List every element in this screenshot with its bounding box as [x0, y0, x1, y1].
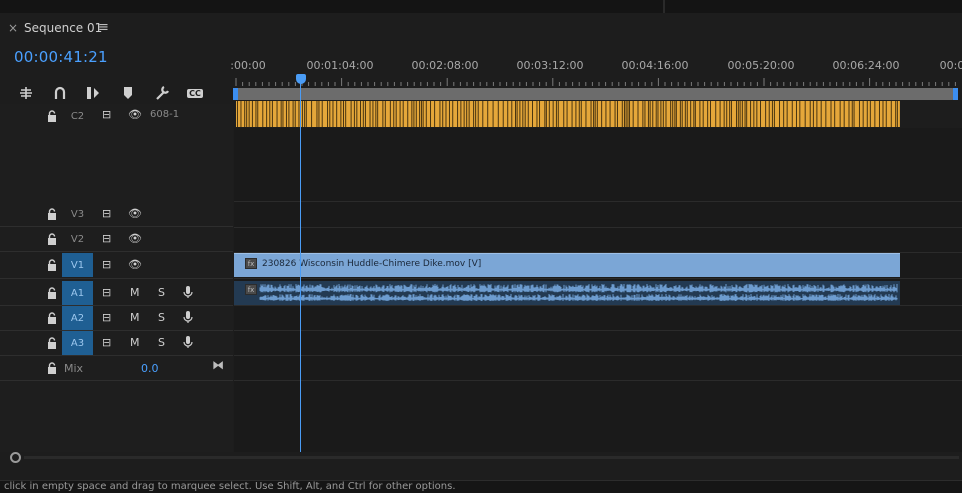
ruler-label: 00:02:08:00	[411, 59, 479, 72]
insert-mark-icon[interactable]	[82, 85, 104, 101]
toggle-sync-icon[interactable]: ⊟	[102, 336, 111, 349]
ruler-label: 00:05:20:00	[727, 59, 795, 72]
lock-icon[interactable]	[47, 337, 57, 349]
playhead-timecode[interactable]: 00:00:41:21	[14, 48, 108, 66]
ruler-label: 00:0	[939, 59, 962, 72]
eye-icon[interactable]: 👁	[128, 258, 142, 271]
settings-wrench-icon[interactable]	[151, 85, 173, 101]
solo-button[interactable]: S	[158, 336, 165, 349]
panel-header	[0, 13, 962, 45]
track-header-v3: V3 ⊟ 👁	[0, 202, 233, 227]
track-name-c2[interactable]: C2	[62, 104, 93, 128]
lock-icon[interactable]	[47, 312, 57, 324]
zoom-scrollbar[interactable]	[236, 88, 954, 100]
sequence-tab[interactable]: Sequence 01	[24, 21, 102, 35]
track-header-a2: A2 ⊟ M S	[0, 306, 233, 331]
track-header-v2: V2 ⊟ 👁	[0, 227, 233, 252]
mix-label: Mix	[64, 362, 84, 375]
captions-label: CC	[187, 88, 203, 98]
caption-track-label: 608-1	[150, 109, 180, 120]
microphone-icon[interactable]	[183, 335, 193, 349]
zoom-handle-left[interactable]	[233, 88, 238, 100]
toggle-sync-icon[interactable]: ⊟	[102, 258, 111, 271]
track-name-v3[interactable]: V3	[62, 202, 93, 226]
toggle-sync-icon[interactable]: ⊟	[102, 108, 111, 121]
track-name-a2[interactable]: A2	[62, 306, 93, 330]
video-clip[interactable]: fx 230826 Wisconsin Huddle-Chimere Dike.…	[234, 253, 900, 277]
track-header-v1: V1 ⊟ 👁	[0, 252, 233, 279]
eye-icon[interactable]: 👁	[128, 232, 142, 245]
solo-button[interactable]: S	[158, 286, 165, 299]
lock-icon[interactable]	[47, 362, 57, 374]
lock-icon[interactable]	[47, 233, 57, 245]
ruler-label: 00:01:04:00	[306, 59, 374, 72]
mute-button[interactable]: M	[130, 286, 140, 299]
track-name-v2[interactable]: V2	[62, 227, 93, 251]
track-header-mix	[0, 356, 233, 381]
fx-badge: fx	[245, 258, 257, 269]
toggle-sync-icon[interactable]: ⊟	[102, 311, 111, 324]
toggle-sync-icon[interactable]: ⊟	[102, 232, 111, 245]
captions-icon[interactable]: CC	[185, 85, 205, 101]
close-tab-button[interactable]: ×	[8, 21, 18, 35]
toggle-sync-icon[interactable]: ⊟	[102, 286, 111, 299]
video-clip-label: 230826 Wisconsin Huddle-Chimere Dike.mov…	[262, 259, 482, 269]
playhead-line[interactable]	[300, 78, 301, 452]
mute-button[interactable]: M	[130, 311, 140, 324]
fx-badge: fx	[245, 284, 257, 295]
lock-icon[interactable]	[47, 259, 57, 271]
track-header-c2: C2 ⊟ 👁 608-1	[0, 104, 233, 128]
linked-selection-icon[interactable]	[49, 85, 71, 101]
top-panel-strip	[0, 0, 962, 13]
zoom-handle-right[interactable]	[953, 88, 958, 100]
lock-icon[interactable]	[47, 208, 57, 220]
audio-waveform	[259, 284, 898, 301]
track-name-a3[interactable]: A3	[62, 331, 93, 355]
ruler-label: 00:03:12:00	[516, 59, 584, 72]
eye-icon[interactable]: 👁	[128, 207, 142, 220]
eye-icon[interactable]: 👁	[128, 108, 142, 121]
track-name-a1[interactable]: A1	[62, 281, 93, 305]
track-header-a3: A3 ⊟ M S	[0, 331, 233, 356]
microphone-icon[interactable]	[183, 310, 193, 324]
mute-button[interactable]: M	[130, 336, 140, 349]
status-text: click in empty space and drag to marquee…	[4, 481, 456, 492]
horizontal-scrollbar[interactable]	[24, 456, 959, 459]
audio-clip[interactable]: fx	[234, 281, 900, 305]
solo-button[interactable]: S	[158, 311, 165, 324]
lock-icon[interactable]	[47, 110, 57, 122]
ruler-label: 00:06:24:00	[832, 59, 900, 72]
playhead-handle[interactable]	[296, 74, 306, 84]
panel-menu-icon[interactable]: ≡	[98, 20, 109, 35]
ruler-label: :00:00	[230, 59, 266, 72]
track-header-a1: A1 ⊟ M S	[0, 280, 233, 306]
ruler-ticks	[235, 78, 956, 86]
ruler-label: 00:04:16:00	[621, 59, 689, 72]
mix-collapse-icon[interactable]: ⧓	[212, 358, 224, 372]
snap-icon[interactable]	[15, 85, 37, 101]
add-marker-icon[interactable]	[117, 85, 139, 101]
track-name-v1[interactable]: V1	[62, 253, 93, 277]
toggle-sync-icon[interactable]: ⊟	[102, 207, 111, 220]
mix-volume-value[interactable]: 0.0	[141, 362, 159, 375]
lock-icon[interactable]	[47, 287, 57, 299]
zoom-slider-knob[interactable]	[10, 452, 21, 463]
microphone-icon[interactable]	[183, 285, 193, 299]
caption-segments	[237, 101, 900, 127]
caption-clip[interactable]	[236, 101, 900, 127]
